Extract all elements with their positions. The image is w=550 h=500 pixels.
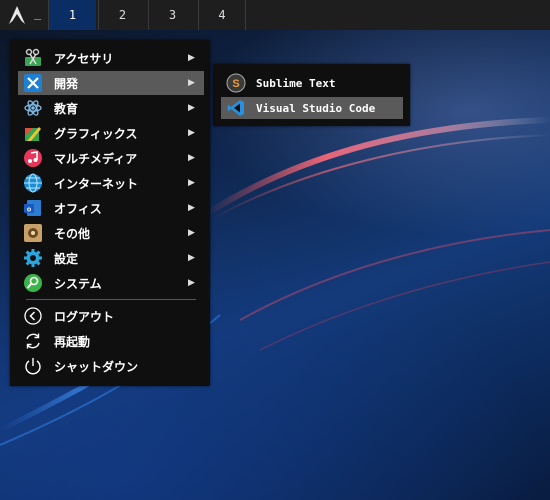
svg-text:o: o: [27, 207, 31, 214]
menu-item-other[interactable]: その他 ▶: [18, 221, 204, 245]
submenu-item-vscode[interactable]: Visual Studio Code: [221, 97, 403, 119]
submenu-arrow-icon: ▶: [188, 178, 195, 188]
office-icon: o: [22, 197, 44, 219]
accessories-icon: [22, 47, 44, 69]
svg-text:S: S: [232, 78, 239, 90]
submenu-arrow-icon: ▶: [188, 78, 195, 88]
sublime-text-icon: S: [225, 72, 247, 94]
submenu-arrow-icon: ▶: [188, 278, 195, 288]
submenu-arrow-icon: ▶: [188, 153, 195, 163]
education-icon: [22, 97, 44, 119]
reboot-icon: [22, 330, 44, 352]
menu-item-office[interactable]: o オフィス ▶: [18, 196, 204, 220]
submenu-arrow-icon: ▶: [188, 253, 195, 263]
other-icon: [22, 222, 44, 244]
menu-item-shutdown[interactable]: シャットダウン: [18, 354, 204, 378]
menu-item-graphics[interactable]: グラフィックス ▶: [18, 121, 204, 145]
shutdown-icon: [22, 355, 44, 377]
graphics-icon: [22, 122, 44, 144]
menu-separator: [26, 299, 196, 300]
workspace-1[interactable]: 1: [48, 0, 96, 30]
menu-item-reboot[interactable]: 再起動: [18, 329, 204, 353]
menu-item-logout[interactable]: ログアウト: [18, 304, 204, 328]
submenu-arrow-icon: ▶: [188, 128, 195, 138]
development-submenu: S Sublime Text Visual Studio Code: [213, 64, 410, 126]
menu-item-settings[interactable]: 設定 ▶: [18, 246, 204, 270]
submenu-arrow-icon: ▶: [188, 228, 195, 238]
submenu-arrow-icon: ▶: [188, 53, 195, 63]
menu-item-education[interactable]: 教育 ▶: [18, 96, 204, 120]
menu-item-system[interactable]: システム ▶: [18, 271, 204, 295]
internet-icon: [22, 172, 44, 194]
menu-item-development[interactable]: 開発 ▶: [18, 71, 204, 95]
logout-icon: [22, 305, 44, 327]
application-menu: アクセサリ ▶ 開発 ▶ 教育 ▶ グラフィックス ▶ マルチメディア ▶ イン…: [10, 40, 210, 386]
submenu-arrow-icon: ▶: [188, 103, 195, 113]
workspace-4[interactable]: 4: [198, 0, 246, 30]
arch-logo-icon[interactable]: [6, 4, 28, 26]
settings-icon: [22, 247, 44, 269]
multimedia-icon: [22, 147, 44, 169]
submenu-arrow-icon: ▶: [188, 203, 195, 213]
workspace-3[interactable]: 3: [148, 0, 196, 30]
top-panel: _ 1 2 3 4: [0, 0, 550, 30]
menu-item-internet[interactable]: インターネット ▶: [18, 171, 204, 195]
panel-separator: _: [34, 6, 42, 20]
submenu-item-sublime-text[interactable]: S Sublime Text: [221, 72, 403, 94]
vscode-icon: [225, 97, 247, 119]
menu-item-accessories[interactable]: アクセサリ ▶: [18, 46, 204, 70]
development-icon: [22, 72, 44, 94]
workspace-2[interactable]: 2: [98, 0, 146, 30]
menu-item-multimedia[interactable]: マルチメディア ▶: [18, 146, 204, 170]
system-icon: [22, 272, 44, 294]
